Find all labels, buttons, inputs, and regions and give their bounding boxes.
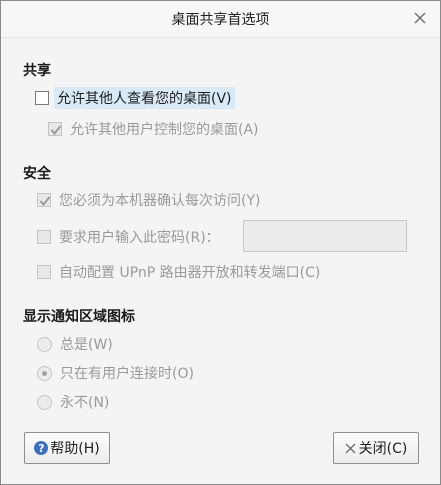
help-icon: ? — [34, 441, 49, 455]
close-icon — [414, 12, 426, 24]
radio-never[interactable] — [37, 394, 52, 410]
help-button-label: 帮助(H) — [50, 441, 100, 457]
radio-always-label: 总是(W) — [60, 337, 113, 353]
window-title: 桌面共享首选项 — [171, 12, 270, 28]
allow-control-label: 允许其他用户控制您的桌面(A) — [70, 122, 259, 138]
checkmark-icon — [50, 125, 62, 136]
allow-view-label: 允许其他人查看您的桌面(V) — [54, 87, 235, 109]
allow-view-checkbox-row[interactable]: 允许其他人查看您的桌面(V) — [35, 87, 235, 109]
require-password-checkbox-row[interactable]: 要求用户输入此密码(R)： — [37, 226, 220, 248]
radio-when-connected-label: 只在有用户连接时(O) — [60, 366, 194, 382]
radio-when-connected[interactable] — [37, 365, 52, 381]
upnp-label: 自动配置 UPnP 路由器开放和转发端口(C) — [59, 265, 321, 281]
allow-control-checkbox[interactable] — [48, 122, 62, 136]
allow-view-checkbox[interactable] — [35, 91, 49, 105]
confirm-access-label: 您必须为本机器确认每次访问(Y) — [59, 193, 261, 209]
notification-section-title: 显示通知区域图标 — [23, 309, 135, 325]
checkmark-icon — [39, 196, 51, 207]
allow-control-checkbox-row[interactable]: 允许其他用户控制您的桌面(A) — [48, 118, 259, 140]
close-button-label: 关闭(C) — [358, 441, 408, 457]
close-window-button[interactable] — [412, 10, 428, 26]
password-input[interactable] — [243, 220, 407, 252]
preferences-dialog: 桌面共享首选项 共享 允许其他人查看您的桌面(V) 允许其他用户控制您的桌面(A… — [0, 0, 441, 485]
radio-selected-dot — [42, 370, 47, 376]
radio-always[interactable] — [37, 336, 52, 352]
radio-when-connected-row[interactable]: 只在有用户连接时(O) — [37, 362, 194, 384]
confirm-access-checkbox-row[interactable]: 您必须为本机器确认每次访问(Y) — [37, 189, 260, 211]
require-password-label: 要求用户输入此密码(R)： — [59, 230, 220, 246]
close-icon — [345, 443, 356, 453]
security-section-title: 安全 — [23, 166, 51, 182]
title-bar: 桌面共享首选项 — [1, 1, 440, 38]
upnp-checkbox-row[interactable]: 自动配置 UPnP 路由器开放和转发端口(C) — [37, 261, 320, 283]
radio-never-row[interactable]: 永不(N) — [37, 391, 109, 413]
help-button[interactable]: ? 帮助(H) — [24, 432, 110, 464]
upnp-checkbox[interactable] — [37, 265, 51, 279]
confirm-access-checkbox[interactable] — [37, 193, 51, 207]
close-button[interactable]: 关闭(C) — [333, 432, 419, 464]
radio-always-row[interactable]: 总是(W) — [37, 333, 113, 355]
require-password-checkbox[interactable] — [37, 230, 51, 244]
radio-never-label: 永不(N) — [60, 395, 110, 411]
sharing-section-title: 共享 — [23, 63, 51, 79]
